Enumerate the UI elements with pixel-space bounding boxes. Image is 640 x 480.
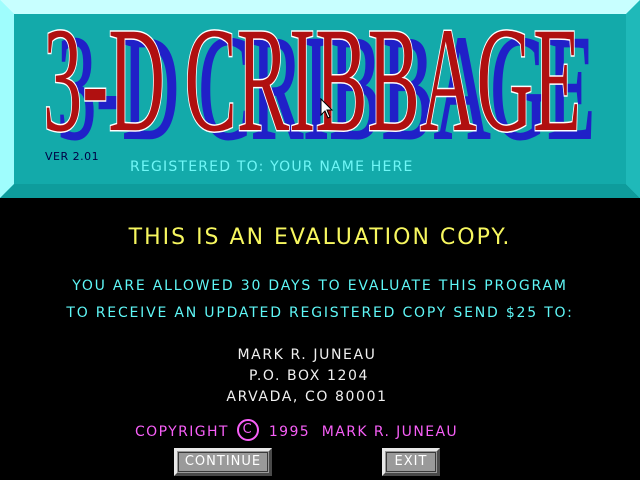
continue-button-label: CONTINUE [178, 452, 268, 472]
copyright-text: 1995 MARK R. JUNEAU [268, 424, 459, 440]
exit-button[interactable]: EXIT [382, 448, 440, 476]
copyright-notice: COPYRIGHT C 1995 MARK R. JUNEAU [135, 419, 459, 443]
address-po-box: P.O. BOX 1204 [248, 368, 370, 384]
registration-instructions: TO RECEIVE AN UPDATED REGISTERED COPY SE… [66, 305, 574, 321]
evaluation-period-message: YOU ARE ALLOWED 30 DAYS TO EVALUATE THIS… [72, 278, 568, 294]
arrow-pointer-icon [320, 98, 334, 119]
game-title: 3-D CRIBBAGE 3-D CRIBBAGE [40, 10, 600, 150]
continue-button[interactable]: CONTINUE [174, 448, 272, 476]
copyright-label: COPYRIGHT [135, 424, 229, 440]
copyright-icon: C [236, 419, 259, 441]
exit-button-label: EXIT [386, 452, 436, 472]
version-label: VER 2.01 [45, 150, 100, 163]
address-name: MARK R. JUNEAU [237, 347, 377, 363]
address-city: ARVADA, CO 80001 [226, 389, 388, 405]
game-title-logo: 3-D CRIBBAGE 3-D CRIBBAGE [42, 10, 597, 150]
game-title-front: 3-D CRIBBAGE [43, 10, 581, 150]
registration-label: REGISTERED TO: YOUR NAME HERE [130, 159, 414, 175]
evaluation-notice: THIS IS AN EVALUATION COPY. [128, 225, 512, 250]
